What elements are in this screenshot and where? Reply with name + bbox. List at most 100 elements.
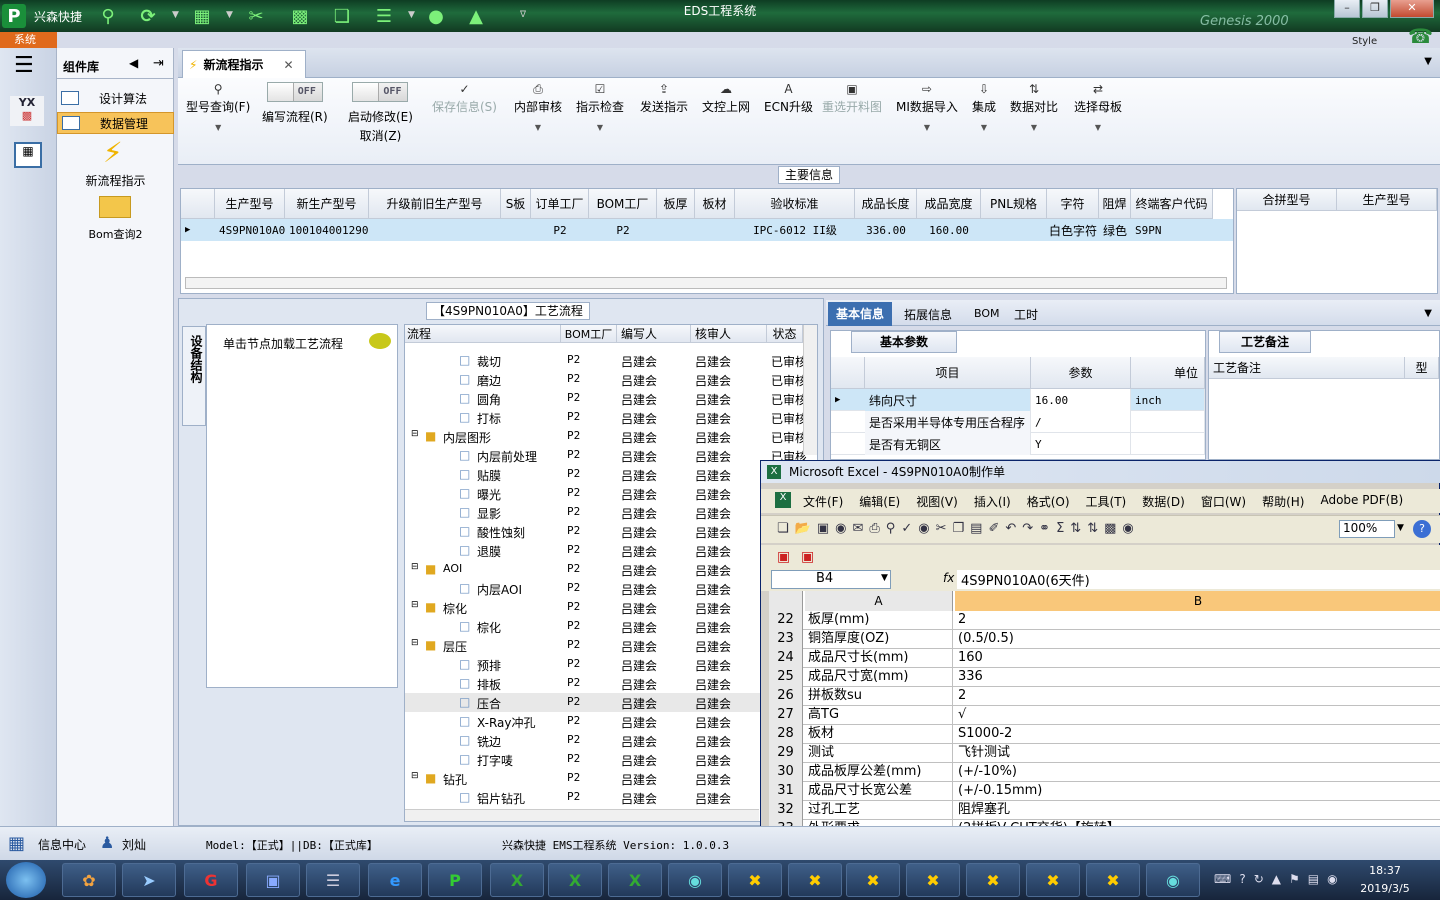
- param-row[interactable]: 是否采用半导体专用压合程序 /: [831, 411, 1205, 433]
- collapse-icon[interactable]: ⊟: [411, 562, 419, 572]
- col-header[interactable]: BOM工厂: [589, 189, 657, 219]
- taskbar-eds-app[interactable]: P: [428, 863, 482, 897]
- panel-dropdown-icon[interactable]: ▼: [1424, 308, 1432, 319]
- col-header[interactable]: 成品长度: [855, 189, 917, 219]
- new-icon[interactable]: ❏: [777, 521, 789, 536]
- param-value[interactable]: 16.00: [1031, 389, 1131, 411]
- col-header[interactable]: 终端客户代码: [1131, 189, 1213, 219]
- tab-extended-info[interactable]: 拓展信息: [904, 306, 952, 323]
- taskbar-app-save[interactable]: ▣: [246, 863, 300, 897]
- pdf-mail-icon[interactable]: ▣: [801, 549, 814, 565]
- cancel-label[interactable]: 取消(Z): [348, 127, 413, 144]
- excel-menu-item[interactable]: Adobe PDF(B): [1320, 493, 1403, 510]
- doc-online-button[interactable]: ☁ 文控上网: [702, 82, 750, 115]
- lightning-icon[interactable]: ⚡: [103, 136, 123, 169]
- col-header[interactable]: 验收标准: [735, 189, 855, 219]
- select-all-corner[interactable]: [769, 591, 803, 611]
- col-header[interactable]: 参数: [1031, 357, 1131, 389]
- row-number[interactable]: 27: [769, 706, 803, 725]
- table-cell[interactable]: [369, 219, 501, 241]
- table-cell[interactable]: 绿色: [1099, 219, 1131, 241]
- taskbar-excel-2[interactable]: X: [548, 863, 602, 897]
- tree-row[interactable]: ■⊟棕化P2吕建会吕建会已审核: [405, 598, 815, 617]
- tree-row[interactable]: □显影P2吕建会吕建会已审核: [405, 503, 815, 522]
- spelling-icon[interactable]: ✓: [901, 521, 912, 536]
- row-number[interactable]: 31: [769, 782, 803, 801]
- sheet-cell[interactable]: 成品尺寸长(mm): [805, 649, 953, 668]
- tree-row[interactable]: □打字唛P2吕建会吕建会已审核: [405, 750, 815, 769]
- help-icon[interactable]: ?: [1239, 872, 1245, 886]
- col-header[interactable]: 状态: [767, 325, 803, 343]
- table-cell[interactable]: [501, 219, 531, 241]
- start-button[interactable]: [6, 862, 46, 898]
- windows-grid-icon[interactable]: ▦: [8, 833, 25, 854]
- horizontal-scrollbar[interactable]: [405, 809, 759, 821]
- open-icon[interactable]: 📂: [795, 521, 811, 536]
- tree-row[interactable]: □铣边P2吕建会吕建会已审核: [405, 731, 815, 750]
- tree-row[interactable]: □内层AOIP2吕建会吕建会已审核: [405, 579, 815, 598]
- col-header[interactable]: 编写人: [617, 325, 691, 343]
- col-header[interactable]: 成品宽度: [917, 189, 981, 219]
- cut-icon[interactable]: ✂: [936, 521, 947, 536]
- tree-row[interactable]: □ 磨边 P2 吕建会 吕建会 已审核: [405, 370, 815, 389]
- yx-logo-icon[interactable]: YX ▩: [10, 96, 44, 126]
- excel-menu-item[interactable]: 窗口(W): [1201, 493, 1246, 510]
- name-box-dropdown-icon[interactable]: ▼: [881, 573, 888, 583]
- reselect-cut-chart-button[interactable]: ▣ 重选开料图: [822, 82, 882, 115]
- table-row[interactable]: ▶ 4S9PN010A010010400129029 P2P2 IPC-6012 I…: [181, 219, 1233, 241]
- tree-row[interactable]: ■⊟AOIP2吕建会吕建会已审核: [405, 560, 815, 579]
- mi-data-import-button[interactable]: ⇨ MI数据导入 ▼: [896, 82, 958, 132]
- drawing-icon[interactable]: ◉: [1122, 521, 1133, 536]
- close-tab-icon[interactable]: ✕: [283, 58, 293, 72]
- copy-icon[interactable]: ❐: [952, 521, 964, 536]
- horizontal-scrollbar[interactable]: [185, 277, 1227, 289]
- tree-row[interactable]: ■⊟钻孔P2吕建会吕建会已审核: [405, 769, 815, 788]
- tree-row[interactable]: □ 裁切 P2 吕建会 吕建会 已审核: [405, 351, 815, 370]
- sheet-cell[interactable]: 成品板厚公差(mm): [805, 763, 953, 782]
- save-info-button[interactable]: ✓ 保存信息(S): [432, 82, 497, 115]
- sheet-cell[interactable]: 2: [955, 611, 1440, 630]
- clock-time[interactable]: 18:37: [1350, 864, 1420, 877]
- select-motherboard-button[interactable]: ⇄ 选择母板 ▼: [1074, 82, 1122, 132]
- row-number[interactable]: 26: [769, 687, 803, 706]
- collapse-icon[interactable]: ⊟: [411, 771, 419, 781]
- taskbar-app-x5[interactable]: ✖: [966, 863, 1020, 897]
- table-cell[interactable]: P2: [589, 219, 657, 241]
- taskbar-app-x1[interactable]: ✖: [728, 863, 782, 897]
- phone-icon[interactable]: ☎: [1408, 24, 1433, 48]
- sheet-cell[interactable]: 板厚(mm): [805, 611, 953, 630]
- tree-row[interactable]: □曝光P2吕建会吕建会已审核: [405, 484, 815, 503]
- name-box[interactable]: B4: [771, 570, 891, 589]
- col-header[interactable]: BOM工厂: [561, 325, 617, 343]
- toggle-switch[interactable]: OFF: [266, 82, 323, 102]
- process-notes-tab[interactable]: 工艺备注: [1219, 331, 1311, 353]
- tree-row[interactable]: □棕化P2吕建会吕建会已审核: [405, 617, 815, 636]
- collapse-icon[interactable]: ⊟: [411, 638, 419, 648]
- research-icon[interactable]: ◉: [918, 521, 929, 536]
- row-number[interactable]: 28: [769, 725, 803, 744]
- email-icon[interactable]: ✉: [852, 521, 863, 536]
- tree-row[interactable]: □ 内层前处理 P2 吕建会 吕建会 已审核: [405, 446, 815, 465]
- sheet-cell[interactable]: 铜箔厚度(OZ): [805, 630, 953, 649]
- taskbar-excel-1[interactable]: X: [490, 863, 544, 897]
- table-cell[interactable]: 336.00: [855, 219, 917, 241]
- taskbar-app-x7[interactable]: ✖: [1086, 863, 1140, 897]
- help-icon[interactable]: ?: [1413, 520, 1431, 538]
- save-icon[interactable]: ▣: [817, 521, 829, 536]
- sheet-cell[interactable]: 336: [955, 668, 1440, 687]
- basic-params-tab[interactable]: 基本参数: [851, 331, 957, 353]
- excel-menu-item[interactable]: 格式(O): [1027, 493, 1070, 510]
- function-icon[interactable]: fx: [943, 571, 954, 585]
- style-menu[interactable]: Style: [1352, 36, 1377, 47]
- excel-menu-item[interactable]: 编辑(E): [859, 493, 900, 510]
- row-number[interactable]: 23: [769, 630, 803, 649]
- sheet-cell[interactable]: 过孔工艺: [805, 801, 953, 820]
- col-header[interactable]: 升级前旧生产型号: [369, 189, 501, 219]
- row-number[interactable]: 30: [769, 763, 803, 782]
- col-header[interactable]: 订单工厂: [531, 189, 589, 219]
- tree-row[interactable]: ■⊟层压P2吕建会吕建会已审核: [405, 636, 815, 655]
- taskbar-app-scroll[interactable]: ☰: [306, 863, 360, 897]
- hyperlink-icon[interactable]: ⚭: [1039, 521, 1050, 536]
- sheet-cell[interactable]: √: [955, 706, 1440, 725]
- col-header[interactable]: 核审人: [691, 325, 767, 343]
